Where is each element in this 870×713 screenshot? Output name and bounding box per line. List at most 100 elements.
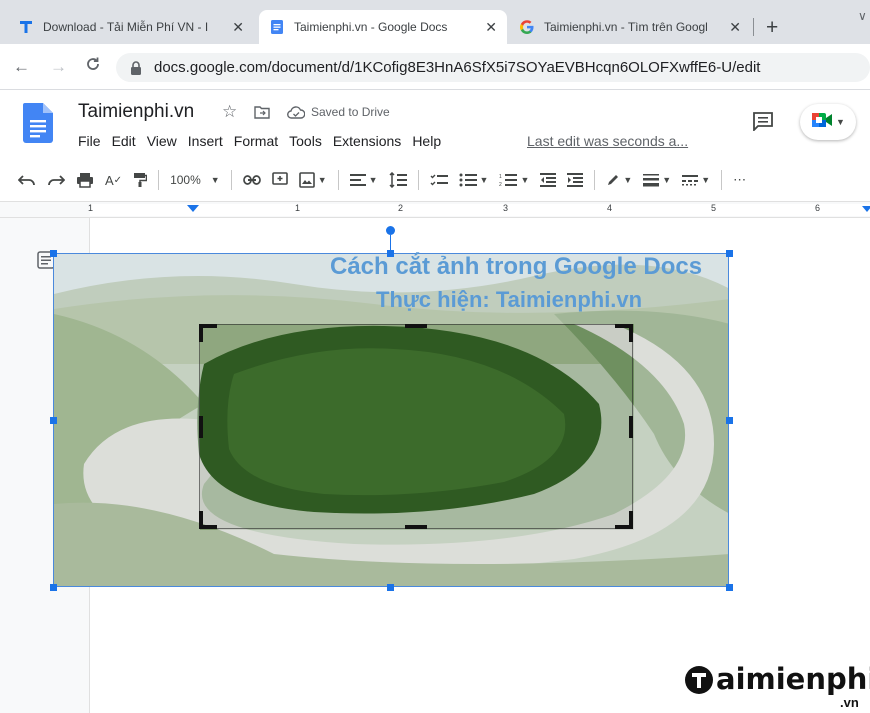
crop-edge-top[interactable] — [405, 324, 427, 328]
toolbar-divider — [158, 170, 160, 190]
resize-handle-bottom-left[interactable] — [50, 584, 57, 591]
add-comment-icon[interactable] — [271, 168, 288, 192]
border-dash-icon[interactable]: ▼ — [682, 168, 710, 192]
resize-handle-right[interactable] — [726, 417, 733, 424]
image-caption-title: Cách cắt ảnh trong Google Docs — [330, 253, 703, 280]
svg-text:1: 1 — [499, 174, 502, 180]
redo-icon[interactable] — [47, 168, 65, 192]
rotate-handle[interactable] — [386, 226, 395, 235]
spellcheck-icon[interactable]: A ✓ — [105, 168, 122, 192]
star-icon[interactable]: ☆ — [222, 102, 237, 122]
tab-title: Download - Tải Miễn Phí VN - I — [43, 20, 209, 34]
watermark-suffix: .vn — [840, 695, 859, 710]
resize-handle-bottom-right[interactable] — [726, 584, 733, 591]
back-arrow-icon[interactable]: ← — [13, 57, 30, 77]
ruler-number: 1 — [295, 203, 301, 213]
google-meet-icon — [811, 111, 833, 134]
resize-handle-bottom[interactable] — [387, 584, 394, 591]
toolbar-divider — [417, 170, 419, 190]
close-tab-icon[interactable]: ✕ — [232, 19, 244, 36]
browser-tab-google-docs[interactable]: Taimienphi.vn - Google Docs ✕ — [259, 10, 507, 44]
ruler-number: 2 — [398, 203, 404, 213]
cloud-done-icon[interactable] — [287, 106, 306, 123]
last-edit-link[interactable]: Last edit was seconds a... — [527, 133, 688, 149]
decrease-indent-icon[interactable] — [540, 168, 557, 192]
menu-bar: File Edit View Insert Format Tools Exten… — [78, 133, 452, 149]
align-left-icon[interactable]: ▼ — [349, 168, 378, 192]
border-color-icon[interactable]: ▼ — [606, 168, 632, 192]
google-g-icon — [519, 19, 535, 35]
paint-format-icon[interactable] — [133, 168, 148, 192]
resize-handle-top[interactable] — [387, 250, 394, 257]
insert-image-icon[interactable]: ▼ — [298, 168, 327, 192]
docs-header: Taimienphi.vn ☆ Saved to Drive File Edit… — [0, 91, 870, 159]
indent-marker-icon[interactable] — [187, 205, 199, 212]
checklist-icon[interactable] — [430, 168, 448, 192]
bulleted-list-icon[interactable]: ▼ — [459, 168, 488, 192]
menu-tools[interactable]: Tools — [289, 133, 322, 149]
undo-icon[interactable] — [18, 168, 36, 192]
menu-file[interactable]: File — [78, 133, 101, 149]
border-weight-icon[interactable]: ▼ — [643, 168, 671, 192]
svg-text:2: 2 — [499, 182, 502, 187]
crop-edge-right[interactable] — [629, 416, 633, 438]
crop-corner-top-right[interactable] — [629, 324, 633, 342]
right-indent-marker-icon[interactable] — [862, 206, 870, 212]
toolbar-divider — [230, 170, 232, 190]
close-tab-icon[interactable]: ✕ — [729, 19, 741, 36]
horizontal-ruler[interactable]: 1 1 2 3 4 5 6 — [0, 201, 870, 218]
new-tab-button[interactable]: + — [766, 16, 778, 40]
reload-icon[interactable] — [85, 56, 101, 77]
taimienphi-t-icon — [18, 19, 34, 35]
tab-title: Taimienphi.vn - Google Docs — [294, 20, 448, 34]
document-title[interactable]: Taimienphi.vn — [78, 101, 194, 123]
lock-icon[interactable] — [130, 60, 142, 75]
crop-corner-bottom-left[interactable] — [199, 511, 203, 529]
forward-arrow-icon[interactable]: → — [50, 57, 67, 77]
browser-tab-google-search[interactable]: Taimienphi.vn - Tìm trên Googl ✕ — [509, 10, 751, 44]
crop-corner-top-left[interactable] — [199, 324, 203, 342]
tab-title: Taimienphi.vn - Tìm trên Googl — [544, 20, 708, 34]
zoom-value: 100% — [170, 173, 201, 187]
ruler-content-area — [90, 204, 870, 216]
image-caption-subtitle: Thực hiện: Taimienphi.vn — [376, 287, 643, 312]
toolbar-divider — [337, 170, 339, 190]
close-tab-icon[interactable]: ✕ — [485, 19, 497, 36]
menu-edit[interactable]: Edit — [112, 133, 136, 149]
watermark-text: aimienphi — [716, 662, 870, 696]
ruler-number: 3 — [503, 203, 509, 213]
tab-divider — [753, 18, 754, 36]
meet-button[interactable]: ▼ — [800, 104, 856, 140]
browser-tab-download[interactable]: Download - Tải Miễn Phí VN - I ✕ — [8, 10, 254, 44]
address-bar[interactable]: docs.google.com/document/d/1KCofig8E3HnA… — [116, 53, 870, 82]
chevron-down-icon: ▼ — [836, 117, 845, 127]
tab-search-icon[interactable]: ∨ — [858, 9, 867, 23]
menu-help[interactable]: Help — [412, 133, 441, 149]
crop-border — [199, 324, 633, 529]
google-docs-icon — [269, 19, 285, 35]
more-options-icon[interactable]: ⋯ — [733, 168, 746, 192]
move-folder-icon[interactable] — [254, 105, 270, 123]
toolbar-divider — [594, 170, 596, 190]
zoom-select[interactable]: 100% ▼ — [170, 168, 220, 192]
browser-tab-strip: Download - Tải Miễn Phí VN - I ✕ Taimien… — [0, 0, 870, 44]
crop-frame[interactable] — [199, 324, 633, 529]
menu-view[interactable]: View — [147, 133, 177, 149]
line-spacing-icon[interactable] — [389, 168, 407, 192]
resize-handle-left[interactable] — [50, 417, 57, 424]
crop-edge-left[interactable] — [199, 416, 203, 438]
crop-edge-bottom[interactable] — [405, 525, 427, 529]
insert-link-icon[interactable] — [242, 168, 261, 192]
crop-corner-bottom-right[interactable] — [629, 511, 633, 529]
menu-extensions[interactable]: Extensions — [333, 133, 401, 149]
menu-format[interactable]: Format — [234, 133, 278, 149]
google-docs-logo-icon[interactable] — [23, 103, 53, 148]
resize-handle-top-left[interactable] — [50, 250, 57, 257]
resize-handle-top-right[interactable] — [726, 250, 733, 257]
comment-history-icon[interactable] — [752, 111, 774, 136]
numbered-list-icon[interactable]: 1 2 ▼ — [499, 168, 529, 192]
print-icon[interactable] — [76, 168, 94, 192]
formatting-toolbar: A ✓ 100% ▼ ▼ ▼ ▼ 1 2 ▼ ▼ ▼ ▼ ⋯ — [0, 159, 870, 201]
menu-insert[interactable]: Insert — [188, 133, 223, 149]
increase-indent-icon[interactable] — [567, 168, 584, 192]
